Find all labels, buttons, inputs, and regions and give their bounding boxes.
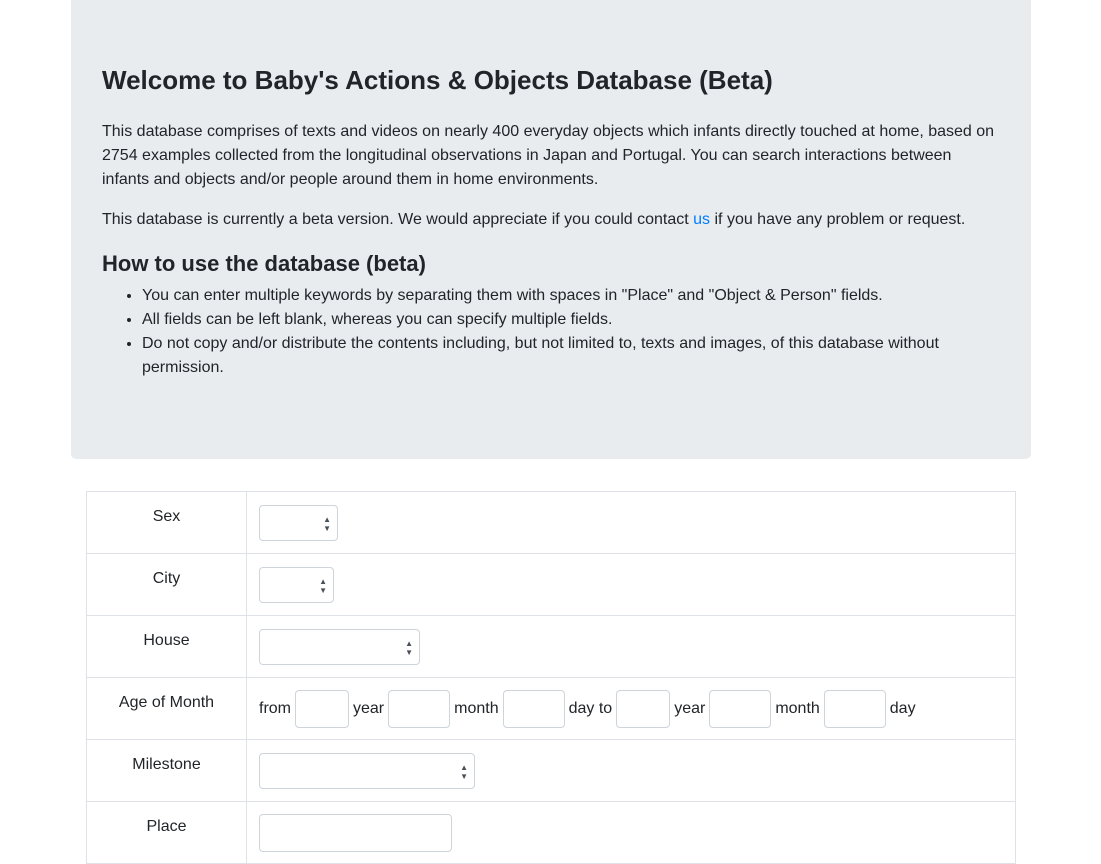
contact-us-link[interactable]: us (693, 211, 710, 228)
select-arrows-icon: ▲ ▼ (405, 638, 413, 657)
age-to-year-input[interactable] (616, 689, 671, 728)
select-arrows-icon: ▲ ▼ (319, 576, 327, 595)
search-form-table: Sex ▲ ▼ City ▲ ▼ House ▲ ▼ Age of Month fro… (86, 491, 1016, 864)
age-to-month-input[interactable] (709, 689, 772, 728)
age-row: Age of Month from year month day to year mont… (86, 677, 1016, 740)
beta-notice-prefix: This database is currently a beta versio… (102, 211, 694, 228)
sex-label: Sex (86, 491, 247, 554)
house-select[interactable]: ▲ ▼ (259, 628, 420, 665)
howto-item: Do not copy and/or distribute the conten… (142, 332, 1000, 380)
age-year-word: year (674, 699, 706, 717)
age-day-to-word: day to (568, 699, 613, 717)
city-select[interactable]: ▲ ▼ (259, 566, 334, 603)
howto-list: You can enter multiple keywords by separ… (102, 284, 1000, 380)
beta-notice-suffix: if you have any problem or request. (710, 211, 966, 228)
howto-title: How to use the database (beta) (102, 251, 426, 276)
age-year-word: year (353, 699, 385, 717)
city-label: City (86, 553, 247, 616)
age-to-day-input[interactable] (823, 689, 886, 728)
age-from-word: from (259, 699, 291, 717)
place-label: Place (86, 801, 247, 864)
place-input[interactable] (259, 813, 452, 852)
sex-select[interactable]: ▲ ▼ (259, 504, 338, 541)
sex-row: Sex ▲ ▼ (86, 491, 1016, 554)
house-label: House (86, 615, 247, 678)
milestone-label: Milestone (86, 739, 247, 802)
select-arrows-icon: ▲ ▼ (460, 762, 468, 781)
howto-item: All fields can be left blank, whereas yo… (142, 308, 1000, 332)
age-month-word: month (454, 699, 499, 717)
age-from-day-input[interactable] (502, 689, 565, 728)
beta-notice: This database is currently a beta versio… (102, 208, 1000, 232)
age-month-word: month (775, 699, 820, 717)
city-row: City ▲ ▼ (86, 553, 1016, 616)
howto-item: You can enter multiple keywords by separ… (142, 284, 1000, 308)
age-from-year-input[interactable] (295, 689, 349, 728)
intro-panel: Welcome to Baby's Actions & Objects Data… (71, 0, 1031, 459)
age-from-month-input[interactable] (388, 689, 451, 728)
intro-text: This database comprises of texts and vid… (102, 123, 995, 188)
select-arrows-icon: ▲ ▼ (323, 514, 331, 533)
page-title: Welcome to Baby's Actions & Objects Data… (102, 65, 773, 95)
milestone-row: Milestone ▲ ▼ (86, 739, 1016, 802)
age-day-word: day (889, 699, 916, 717)
house-row: House ▲ ▼ (86, 615, 1016, 678)
place-row: Place (86, 801, 1016, 864)
age-label: Age of Month (86, 677, 247, 740)
milestone-select[interactable]: ▲ ▼ (259, 752, 475, 789)
